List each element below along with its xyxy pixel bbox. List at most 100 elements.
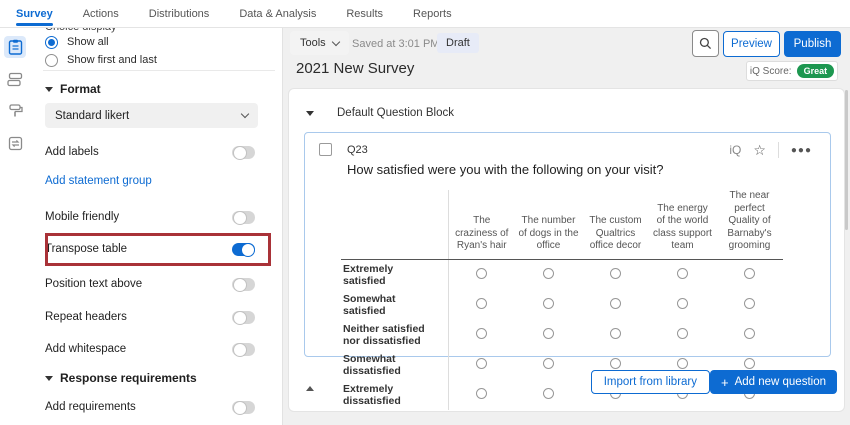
survey-title: 2021 New Survey bbox=[296, 60, 414, 77]
matrix-radio[interactable] bbox=[744, 268, 755, 279]
import-from-library-button[interactable]: Import from library bbox=[591, 370, 710, 394]
matrix-row-label[interactable]: Extremely satisfied bbox=[341, 259, 448, 290]
saved-status: Saved at 3:01 PM bbox=[352, 38, 439, 50]
survey-flow-icon[interactable] bbox=[4, 132, 26, 154]
matrix-radio[interactable] bbox=[476, 268, 487, 279]
add-statement-group-link[interactable]: Add statement group bbox=[45, 175, 152, 187]
draft-badge: Draft bbox=[437, 33, 479, 53]
blocks-icon[interactable] bbox=[4, 68, 26, 90]
matrix-radio[interactable] bbox=[476, 358, 487, 369]
more-options-icon[interactable]: ●●● bbox=[791, 145, 812, 156]
block-header[interactable]: Default Question Block bbox=[306, 107, 454, 119]
add-labels-row: Add labels bbox=[45, 144, 255, 160]
transpose-table-toggle[interactable] bbox=[232, 243, 255, 256]
matrix-column-header[interactable]: The custom Qualtrics office decor bbox=[582, 190, 649, 259]
add-new-question-button[interactable]: + Add new question bbox=[710, 370, 837, 394]
matrix-radio[interactable] bbox=[677, 328, 688, 339]
matrix-row-label[interactable]: Somewhat dissatisfied bbox=[341, 350, 448, 380]
chevron-down-icon bbox=[45, 87, 53, 92]
transpose-table-row: Transpose table bbox=[45, 241, 255, 257]
matrix-row: Neither satisfied nor dissatisfied bbox=[341, 320, 783, 350]
nav-tab-reports[interactable]: Reports bbox=[413, 0, 452, 28]
matrix-radio[interactable] bbox=[744, 328, 755, 339]
matrix-radio[interactable] bbox=[476, 388, 487, 399]
radio-icon bbox=[45, 54, 58, 67]
tools-button[interactable]: Tools bbox=[290, 31, 349, 55]
publish-button[interactable]: Publish bbox=[784, 31, 841, 57]
divider bbox=[778, 142, 779, 158]
add-requirements-toggle[interactable] bbox=[232, 401, 255, 414]
matrix-row: Extremely satisfied bbox=[341, 259, 783, 290]
search-icon bbox=[699, 37, 712, 50]
matrix-radio[interactable] bbox=[610, 268, 621, 279]
matrix-radio[interactable] bbox=[543, 328, 554, 339]
question-id: Q23 bbox=[347, 144, 368, 156]
matrix-row-label[interactable]: Somewhat satisfied bbox=[341, 290, 448, 320]
response-requirements-label: Response requirements bbox=[60, 371, 197, 385]
look-and-feel-icon[interactable] bbox=[4, 100, 26, 122]
matrix-radio[interactable] bbox=[677, 298, 688, 309]
matrix-radio[interactable] bbox=[610, 298, 621, 309]
iq-assist-icon[interactable]: iQ bbox=[729, 143, 741, 157]
matrix-radio[interactable] bbox=[543, 388, 554, 399]
collapse-block-button[interactable] bbox=[306, 382, 314, 394]
format-section-header[interactable]: Format bbox=[45, 82, 101, 96]
matrix-radio[interactable] bbox=[476, 328, 487, 339]
matrix-radio[interactable] bbox=[543, 298, 554, 309]
iq-score-label: iQ Score: bbox=[750, 66, 792, 77]
likert-select-value: Standard likert bbox=[55, 110, 129, 122]
add-requirements-row: Add requirements bbox=[45, 399, 255, 415]
nav-tab-results[interactable]: Results bbox=[346, 0, 383, 28]
matrix-radio[interactable] bbox=[543, 268, 554, 279]
response-requirements-header[interactable]: Response requirements bbox=[45, 371, 197, 385]
matrix-column-header[interactable]: The near perfect Quality of Barnaby's gr… bbox=[716, 190, 783, 259]
matrix-column-header[interactable]: The number of dogs in the office bbox=[515, 190, 582, 259]
survey-builder-icon[interactable] bbox=[4, 36, 26, 58]
likert-format-select[interactable]: Standard likert bbox=[45, 103, 258, 128]
format-header-label: Format bbox=[60, 82, 101, 96]
show-all-label: Show all bbox=[67, 36, 109, 48]
repeat-headers-toggle[interactable] bbox=[232, 311, 255, 324]
transpose-table-label: Transpose table bbox=[45, 243, 127, 255]
nav-tab-distributions[interactable]: Distributions bbox=[149, 0, 210, 28]
show-first-last-radio[interactable]: Show first and last bbox=[45, 52, 157, 68]
plus-icon: + bbox=[721, 376, 729, 389]
nav-tab-survey[interactable]: Survey bbox=[16, 0, 53, 28]
preview-button[interactable]: Preview bbox=[723, 31, 780, 57]
nav-tab-data-analysis[interactable]: Data & Analysis bbox=[239, 0, 316, 28]
question-card[interactable]: Q23 iQ ☆ ●●● How satisfied were you with… bbox=[304, 132, 831, 357]
show-all-radio[interactable]: Show all bbox=[45, 34, 109, 50]
question-checkbox[interactable] bbox=[319, 143, 332, 156]
add-whitespace-toggle[interactable] bbox=[232, 343, 255, 356]
matrix-radio[interactable] bbox=[610, 328, 621, 339]
matrix-row-label[interactable]: Extremely dissatisfied bbox=[341, 380, 448, 410]
matrix-radio[interactable] bbox=[744, 358, 755, 369]
repeat-headers-label: Repeat headers bbox=[45, 311, 127, 323]
matrix-row-label[interactable]: Neither satisfied nor dissatisfied bbox=[341, 320, 448, 350]
matrix-column-header[interactable]: The energy of the world class support te… bbox=[649, 190, 716, 259]
block-title: Default Question Block bbox=[337, 107, 454, 119]
position-text-above-toggle[interactable] bbox=[232, 278, 255, 291]
search-button[interactable] bbox=[692, 30, 719, 57]
mobile-friendly-toggle[interactable] bbox=[232, 211, 255, 224]
matrix-radio[interactable] bbox=[543, 358, 554, 369]
question-actions: iQ ☆ ●●● bbox=[729, 142, 812, 158]
mobile-friendly-label: Mobile friendly bbox=[45, 211, 119, 223]
choice-display-label: Choice display bbox=[45, 28, 117, 33]
vertical-scrollbar[interactable] bbox=[845, 90, 848, 230]
add-labels-toggle[interactable] bbox=[232, 146, 255, 159]
iq-score-badge: Great bbox=[797, 64, 835, 78]
iq-score-chip: iQ Score: Great bbox=[746, 61, 838, 81]
matrix-radio[interactable] bbox=[744, 298, 755, 309]
star-icon[interactable]: ☆ bbox=[753, 143, 766, 157]
question-options-panel: Choice display Show all Show first and l… bbox=[30, 28, 283, 425]
matrix-radio[interactable] bbox=[677, 358, 688, 369]
matrix-radio[interactable] bbox=[476, 298, 487, 309]
position-text-above-label: Position text above bbox=[45, 278, 142, 290]
matrix-radio[interactable] bbox=[610, 358, 621, 369]
matrix-column-header[interactable]: The craziness of Ryan's hair bbox=[448, 190, 515, 259]
question-text[interactable]: How satisfied were you with the followin… bbox=[347, 162, 663, 177]
nav-tab-actions[interactable]: Actions bbox=[83, 0, 119, 28]
add-new-question-label: Add new question bbox=[735, 376, 826, 388]
matrix-radio[interactable] bbox=[677, 268, 688, 279]
